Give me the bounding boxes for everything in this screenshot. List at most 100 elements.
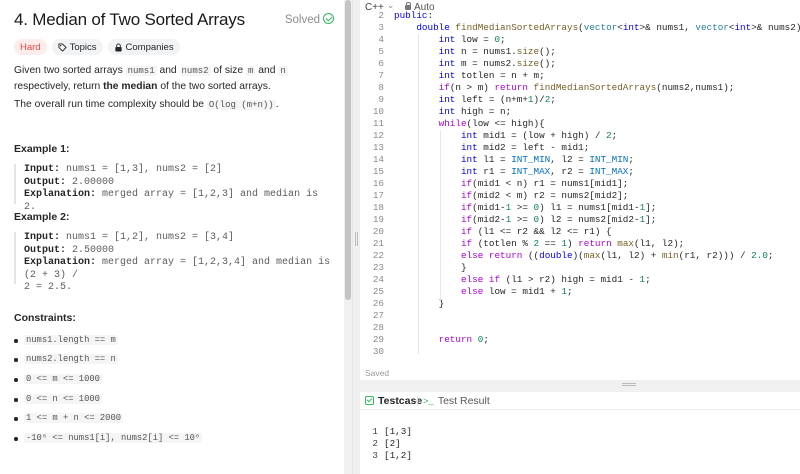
code-editor[interactable]: C++ Auto 2public:3 double findMedianSort…	[360, 0, 800, 380]
code-line[interactable]: 7 int totlen = n + m;	[360, 70, 800, 82]
code-text: if(mid2-1 >= 0) l2 = nums2[mid2-1];	[460, 214, 657, 225]
desc-text: The overall run time complexity should b…	[14, 99, 207, 110]
testcase-tabs: Testcase >_ Test Result	[360, 392, 800, 410]
desc-text: and	[255, 65, 279, 76]
line-number: 18	[372, 202, 384, 213]
code-line[interactable]: 15 int r1 = INT_MAX, r2 = INT_MAX;	[360, 166, 800, 178]
line-number: 17	[372, 190, 384, 201]
code-text: if(mid1 < n) r1 = nums1[mid1];	[460, 178, 629, 189]
line-number: 29	[372, 334, 384, 345]
tab-testcase-label: Testcase	[378, 395, 423, 407]
line-number: 21	[372, 238, 384, 249]
code-text: else if (l1 > r2) high = mid1 - 1;	[460, 274, 651, 285]
desc-text: and	[156, 65, 180, 76]
constraint-item: -10⁶ <= nums1[i], nums2[i] <= 10⁶	[14, 433, 334, 445]
line-number: 10	[372, 106, 384, 117]
code-text: double findMedianSortedArrays(vector<int…	[416, 22, 800, 33]
indent-guide	[418, 34, 419, 354]
code-text: int l1 = INT_MIN, l2 = INT_MIN;	[460, 154, 634, 165]
code-line[interactable]: 26 }	[360, 298, 800, 310]
code-line[interactable]: 16 if(mid1 < n) r1 = nums1[mid1];	[360, 178, 800, 190]
line-number: 26	[372, 298, 384, 309]
tab-test-result[interactable]: >_ Test Result	[423, 395, 490, 407]
example-1-title: Example 1:	[14, 143, 70, 155]
code-line[interactable]: 18 if(mid1-1 >= 0) l1 = nums1[mid1-1];	[360, 202, 800, 214]
line-number: 2	[378, 10, 384, 21]
line-number: 24	[372, 274, 384, 285]
tab-test-result-label: Test Result	[437, 395, 490, 407]
vertical-splitter[interactable]	[352, 0, 360, 474]
testcase-text: [1,2]	[384, 450, 412, 461]
companies-label: Companies	[125, 41, 174, 53]
code-text: return 0;	[438, 334, 489, 345]
code-line[interactable]: 2 public:	[360, 10, 800, 22]
code-line[interactable]: 4 int low = 0;	[360, 34, 800, 46]
drag-handle-icon	[622, 383, 636, 386]
constraint-text: -10⁶ <= nums1[i], nums2[i] <= 10⁶	[24, 433, 203, 443]
example-label: Output:	[24, 244, 67, 256]
saved-status: Saved	[365, 368, 390, 378]
code-line[interactable]: 28	[360, 322, 800, 334]
code-text: int mid2 = left - mid1;	[460, 142, 590, 153]
code-line[interactable]: 6 int m = nums2.size();	[360, 58, 800, 70]
code-line[interactable]: 21 if (totlen % 2 == 1) return max(l1, l…	[360, 238, 800, 250]
code-line[interactable]: 11 while(low <= high){	[360, 118, 800, 130]
lock-icon	[114, 42, 122, 52]
line-number: 3	[378, 22, 384, 33]
code-line[interactable]: 19 if(mid2-1 >= 0) l2 = nums2[mid2-1];	[360, 214, 800, 226]
code-line[interactable]: 20 if (l1 <= r2 && l2 <= r1) {	[360, 226, 800, 238]
horizontal-splitter[interactable]	[360, 380, 800, 392]
code-line[interactable]: 29 return 0;	[360, 334, 800, 346]
constraint-text: 0 <= n <= 1000	[24, 394, 102, 404]
line-number: 22	[372, 250, 384, 261]
terminal-icon: >_	[423, 397, 434, 407]
desc-text: .	[275, 99, 279, 110]
code-line[interactable]: 5 int n = nums1.size();	[360, 46, 800, 58]
code-line[interactable]: 3 double findMedianSortedArrays(vector<i…	[360, 22, 800, 34]
code-text: int high = n;	[438, 106, 512, 117]
code-line[interactable]: 14 int l1 = INT_MIN, l2 = INT_MIN;	[360, 154, 800, 166]
constraint-item: 0 <= n <= 1000	[14, 394, 334, 406]
code-text: public:	[394, 10, 434, 21]
example-explanation-cont: 2 = 2.5.	[24, 282, 73, 293]
code-line[interactable]: 13 int mid2 = left - mid1;	[360, 142, 800, 154]
companies-tag[interactable]: Companies	[107, 39, 180, 55]
code-line[interactable]: 8 if(n > m) return findMedianSortedArray…	[360, 82, 800, 94]
line-number: 20	[372, 226, 384, 237]
code-text: int low = 0;	[438, 34, 506, 45]
code-line[interactable]: 30	[360, 346, 800, 358]
code-line[interactable]: 22 else return ((double)(max(l1, l2) + m…	[360, 250, 800, 262]
checkbox-icon	[365, 396, 374, 405]
code-text: if (l1 <= r2 && l2 <= r1) {	[460, 226, 612, 237]
example-output: 2.00000	[72, 176, 115, 188]
code-line[interactable]: 10 int high = n;	[360, 106, 800, 118]
inline-code: m	[246, 66, 256, 76]
checkmark-circle-icon	[323, 13, 334, 24]
line-number: 4	[378, 34, 384, 45]
code-line[interactable]: 17 if(mid2 < m) r2 = nums2[mid2];	[360, 190, 800, 202]
topics-tag[interactable]: Topics	[51, 39, 103, 55]
complexity-note: The overall run time complexity should b…	[14, 97, 334, 113]
code-line[interactable]: 9 int left = (n+m+1)/2;	[360, 94, 800, 106]
code-line[interactable]: 23 }	[360, 262, 800, 274]
difficulty-tag[interactable]: Hard	[14, 39, 47, 55]
code-line[interactable]: 12 int mid1 = (low + high) / 2;	[360, 130, 800, 142]
desc-text: of the two sorted arrays.	[157, 81, 271, 92]
constraint-item: 0 <= m <= 1000	[14, 374, 334, 386]
solved-status: Solved	[285, 13, 334, 26]
line-number: 23	[372, 262, 384, 273]
tag-bar: Hard Topics Companies	[14, 39, 180, 55]
testcase-text: [1,3]	[384, 426, 412, 437]
code-line[interactable]: 27	[360, 310, 800, 322]
constraint-item: nums2.length == n	[14, 354, 334, 366]
line-number: 1	[372, 426, 378, 437]
problem-title[interactable]: 4. Median of Two Sorted Arrays	[14, 10, 245, 30]
code-line[interactable]: 24 else if (l1 > r2) high = mid1 - 1;	[360, 274, 800, 286]
tab-testcase[interactable]: Testcase	[365, 395, 422, 407]
description-scrollbar-thumb[interactable]	[345, 0, 351, 300]
code-line[interactable]: 25 else low = mid1 + 1;	[360, 286, 800, 298]
constraints-title: Constraints:	[14, 312, 76, 324]
example-2-box: Input: nums1 = [1,2], nums2 = [3,4] Outp…	[14, 232, 336, 293]
line-number: 7	[378, 70, 384, 81]
inline-code: nums1	[125, 66, 157, 76]
